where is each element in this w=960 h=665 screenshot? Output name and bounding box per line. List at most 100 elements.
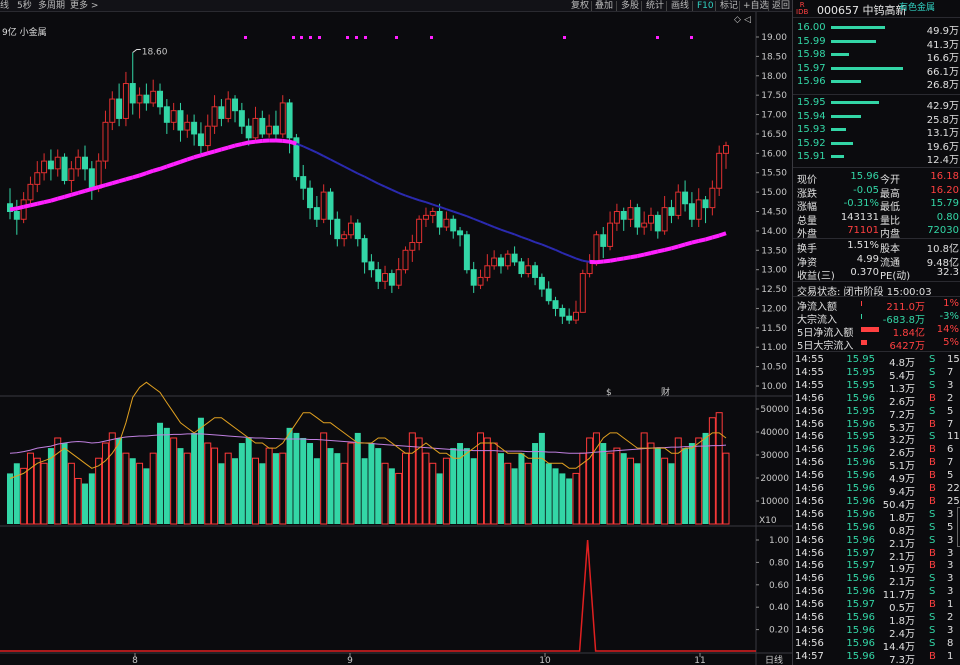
volume-bar (313, 458, 320, 524)
stat-value: 143131 (840, 211, 879, 223)
stat-value: 4.99 (856, 253, 879, 265)
toolbar-back[interactable]: 返回 (772, 0, 790, 12)
toolbar-add-watchlist[interactable]: +自选 (743, 0, 769, 12)
candle-body (409, 242, 416, 251)
volume-bar (293, 432, 300, 524)
price-tick-label: 17.00 (761, 111, 787, 121)
price-tick-label: 13.50 (761, 246, 787, 256)
order-price: 15.91 (797, 151, 826, 162)
toolbar-mark[interactable]: 标记 (720, 0, 738, 12)
toolbar-5s[interactable]: 5秒 (17, 0, 32, 12)
volume-bar (552, 468, 559, 524)
industry-label[interactable]: 有色金属 (899, 0, 935, 13)
tick-price: 15.96 (846, 612, 875, 623)
toolbar-multi-stock[interactable]: 多股 (621, 0, 639, 12)
stat-value: 72030 (927, 225, 959, 236)
toolbar-more[interactable]: 更多 > (70, 0, 98, 12)
stat-value: 0.370 (850, 267, 879, 278)
ask-row[interactable]: 15.98 16.6万 (793, 49, 960, 64)
price-tick-label: 17.50 (761, 91, 787, 101)
candle-body (429, 211, 436, 216)
ask-row[interactable]: 16.00 49.9万 (793, 22, 960, 37)
bid-row[interactable]: 15.91 12.4万 (793, 151, 960, 166)
ask-row[interactable]: 15.99 41.3万 (793, 35, 960, 51)
tick-row: 14:56 15.96 0.8万 S 5 (793, 521, 960, 537)
tick-count: 15 (947, 354, 960, 365)
indicator-tick-label: 0.60 (769, 581, 789, 591)
tick-row: 14:56 15.95 7.2万 S 5 (793, 406, 960, 421)
tick-row: 14:56 15.96 2.1万 S 3 (793, 535, 960, 550)
toolbar-period-line[interactable]: 线 (0, 0, 9, 12)
indicator-tick-label: 0.20 (769, 626, 789, 636)
candle-body (607, 222, 614, 247)
volume-bar (129, 458, 136, 524)
quote-panel: R IDB 000657 中钨高新 有色金属 16.00 49.9万 15.99 41.… (792, 0, 960, 665)
tick-price: 15.95 (846, 431, 875, 443)
flow-label: 5日大宗流入 (797, 341, 854, 352)
ma-line-segment (248, 139, 256, 145)
volume-bar (524, 462, 532, 525)
order-price: 15.99 (797, 35, 826, 47)
candle-body (382, 273, 389, 282)
volume-bar (715, 412, 723, 525)
ma-line-segment (255, 138, 263, 144)
ma-line-segment (111, 179, 120, 186)
tick-side: B (929, 418, 936, 430)
ma-line-segment (636, 252, 645, 259)
candle-body (347, 222, 354, 236)
bid-row[interactable]: 15.95 42.9万 (793, 97, 960, 112)
ma-line-segment (179, 157, 188, 164)
tick-time: 14:56 (795, 521, 824, 533)
candle-body (61, 156, 68, 181)
volume-bar (61, 443, 68, 524)
order-volume: 12.4万 (926, 155, 959, 166)
chart-area[interactable]: 18.60 $ 财 19.00 18.50 18.00 17.50 17.00 16.50 1… (0, 12, 792, 665)
order-volume-bar (831, 26, 885, 29)
volume-bar (688, 443, 695, 524)
volume-bar (566, 478, 573, 524)
tick-count: 1 (947, 650, 954, 662)
order-volume-bar (831, 155, 845, 158)
tick-count: 3 (947, 560, 954, 572)
toolbar-f10[interactable]: F10 (697, 0, 714, 12)
candle-body (682, 191, 689, 205)
toolbar-statistics[interactable]: 统计 (646, 0, 664, 12)
ma-line-segment (104, 181, 113, 188)
price-tick-label: 16.50 (761, 130, 787, 140)
tick-side: S (929, 354, 936, 365)
volume-bar (177, 448, 184, 524)
toolbar-multi-period[interactable]: 多周期 (38, 0, 65, 12)
ma-line-segment (186, 155, 195, 162)
ask-row[interactable]: 15.97 66.1万 (793, 63, 960, 78)
tick-time: 14:56 (795, 547, 824, 559)
volume-bar (470, 458, 477, 524)
ma-line-segment (16, 204, 25, 211)
quote-stat-row: 净资 4.99 流通 9.48亿 (793, 253, 960, 269)
price-tick-label: 18.50 (761, 52, 787, 62)
volume-bar (511, 468, 518, 524)
flow-pct: 1% (943, 298, 959, 309)
ma-line-segment (527, 238, 536, 244)
toolbar-draw-line[interactable]: 画线 (671, 0, 689, 12)
volume-bar (442, 457, 450, 525)
candle-body (170, 110, 177, 123)
bid-row[interactable]: 15.94 25.8万 (793, 111, 960, 126)
bid-row[interactable]: 15.92 19.6万 (793, 138, 960, 153)
volume-bar (20, 467, 28, 525)
chart-toolbar: 线 5秒 多周期 更多 > 复权 叠加 多股 统计 画线 F10 标记 +自选 … (0, 0, 792, 12)
volume-bar (191, 432, 198, 524)
ma-line-segment (316, 151, 325, 157)
toolbar-restore-rights[interactable]: 复权 (571, 0, 589, 12)
ma-line-segment (132, 173, 141, 180)
x-axis-label: 9 (347, 656, 353, 665)
ask-row[interactable]: 15.96 26.8万 (793, 76, 960, 91)
ma-line-segment (555, 248, 563, 254)
candle-body (497, 257, 504, 267)
volume-bar (143, 468, 150, 524)
toolbar-overlay[interactable]: 叠加 (595, 0, 613, 12)
bid-row[interactable]: 15.93 13.1万 (793, 124, 960, 139)
tick-side: B (929, 547, 936, 559)
stock-code-name[interactable]: 000657 中钨高新 (817, 2, 907, 18)
flow-bar (861, 340, 867, 345)
volume-bar (122, 452, 130, 525)
